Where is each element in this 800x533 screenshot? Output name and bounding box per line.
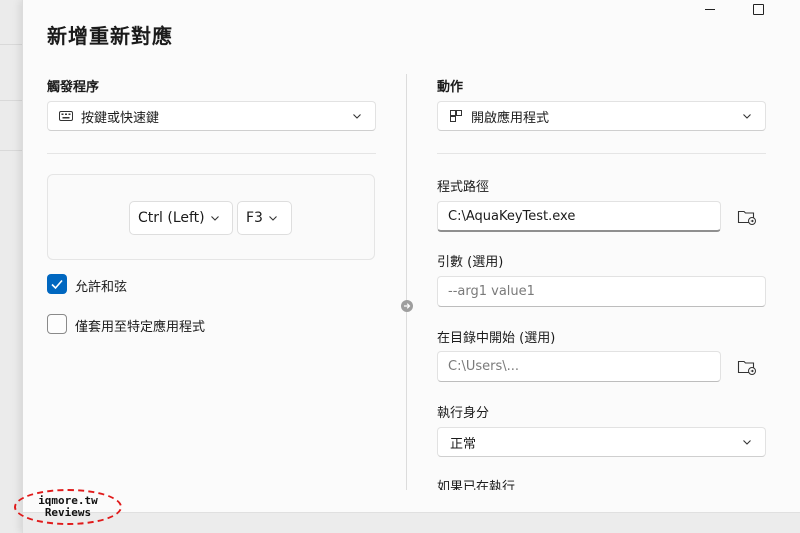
column-separator bbox=[406, 74, 407, 490]
section-divider bbox=[437, 153, 766, 154]
key-dropdown-ctrl[interactable]: Ctrl (Left) bbox=[129, 201, 233, 235]
chevron-down-icon bbox=[210, 216, 219, 221]
trigger-type-value: 按鍵或快速鍵 bbox=[81, 110, 160, 126]
arrow-right-icon bbox=[401, 300, 413, 312]
minimize-icon bbox=[705, 8, 715, 10]
key-combination-box: Ctrl (Left) F3 bbox=[47, 174, 375, 260]
maximize-icon bbox=[752, 3, 764, 15]
key-label: Ctrl (Left) bbox=[138, 210, 205, 226]
background-divider bbox=[0, 44, 22, 45]
if-running-label: 如果已在執行 bbox=[437, 480, 516, 490]
chevron-down-icon bbox=[353, 114, 361, 119]
dialog-title: 新增重新對應 bbox=[47, 24, 173, 48]
run-as-value: 正常 bbox=[450, 436, 477, 452]
chevron-down-icon bbox=[269, 216, 277, 221]
chevron-down-icon bbox=[743, 440, 751, 445]
folder-browse-icon[interactable] bbox=[737, 358, 757, 376]
chevron-down-icon bbox=[743, 114, 751, 119]
program-path-input[interactable]: C:\AquaKeyTest.exe bbox=[437, 201, 721, 232]
arguments-input[interactable]: --arg1 value1 bbox=[437, 276, 766, 307]
run-as-label: 執行身分 bbox=[437, 406, 490, 421]
key-dropdown-f3[interactable]: F3 bbox=[237, 201, 292, 235]
section-divider bbox=[47, 153, 376, 154]
program-path-label: 程式路徑 bbox=[437, 180, 490, 195]
trigger-type-dropdown[interactable]: 按鍵或快速鍵 bbox=[47, 101, 376, 131]
minimize-button[interactable] bbox=[687, 0, 733, 18]
key-label: F3 bbox=[246, 210, 263, 226]
add-remapping-dialog: 新增重新對應 觸發程序 按鍵或快速鍵 Ctrl (Left) F3 允許和弦 僅… bbox=[22, 0, 800, 533]
run-as-dropdown[interactable]: 正常 bbox=[437, 427, 766, 457]
allow-chords-label: 允許和弦 bbox=[75, 280, 128, 295]
start-in-input[interactable]: C:\Users\... bbox=[437, 351, 721, 382]
background-divider bbox=[0, 100, 22, 101]
app-specific-label: 僅套用至特定應用程式 bbox=[75, 320, 206, 335]
app-window-icon bbox=[450, 110, 462, 122]
action-type-dropdown[interactable]: 開啟應用程式 bbox=[437, 101, 766, 131]
start-in-label: 在目錄中開始 (選用) bbox=[437, 331, 556, 346]
background-app bbox=[0, 0, 22, 533]
watermark-logo: iqmore.tw Reviews bbox=[14, 489, 122, 525]
app-specific-checkbox[interactable] bbox=[47, 314, 67, 334]
allow-chords-checkbox[interactable] bbox=[47, 274, 67, 294]
trigger-section-label: 觸發程序 bbox=[47, 80, 100, 95]
maximize-button[interactable] bbox=[735, 0, 781, 18]
action-type-value: 開啟應用程式 bbox=[471, 110, 550, 126]
action-section-label: 動作 bbox=[437, 80, 464, 95]
watermark-line: Reviews bbox=[44, 506, 92, 519]
checkmark-icon bbox=[51, 279, 63, 290]
dialog-footer bbox=[23, 512, 800, 533]
background-divider bbox=[0, 150, 22, 151]
arguments-label: 引數 (選用) bbox=[437, 255, 504, 270]
folder-browse-icon[interactable] bbox=[737, 208, 757, 226]
keyboard-icon bbox=[59, 111, 73, 121]
